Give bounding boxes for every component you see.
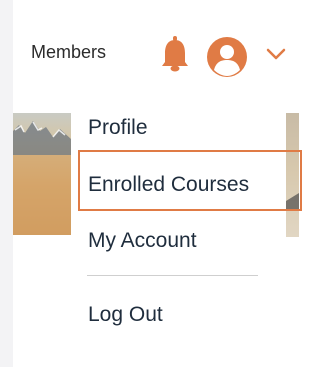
bell-icon[interactable] [160,36,190,72]
menu-item-my-account[interactable]: My Account [88,229,197,253]
background-course-image [13,113,71,235]
highlight-box [78,150,302,211]
page-left-margin [0,0,13,367]
menu-divider [87,275,258,276]
members-link[interactable]: Members [31,42,106,63]
menu-item-profile[interactable]: Profile [88,116,148,140]
user-avatar-icon[interactable] [207,37,247,77]
menu-item-log-out[interactable]: Log Out [88,303,163,327]
chevron-down-icon[interactable] [266,47,286,61]
account-dropdown-menu: Profile Enrolled Courses My Account Log … [71,96,286,367]
